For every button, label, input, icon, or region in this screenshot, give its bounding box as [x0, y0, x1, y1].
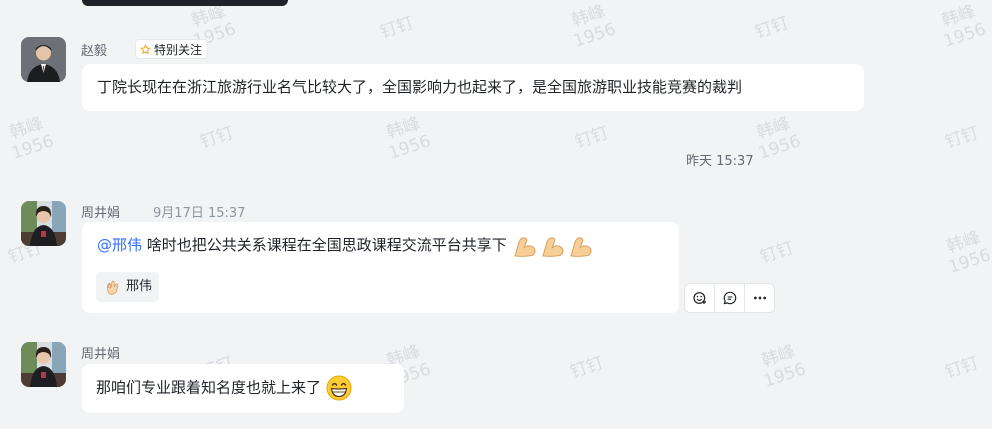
message-time: 9月17日 15:37 — [153, 206, 246, 221]
message-text: 丁院长现在在浙江旅游行业名气比较大了，全国影响力也起来了，是全国旅游职业技能竞赛… — [97, 78, 743, 96]
message-bubble[interactable]: 那咱们专业跟着知名度也就上来了 — [82, 364, 404, 413]
sender-name: 周井娟 — [81, 347, 121, 362]
watermark: 钉钉 — [377, 13, 417, 43]
sender-name: 周井娟 — [81, 206, 121, 221]
reply-button[interactable] — [715, 284, 745, 312]
watermark: 韩峰1956 — [944, 227, 992, 278]
more-icon — [753, 296, 766, 300]
star-icon — [140, 44, 151, 54]
timestamp-divider: 昨天 15:37 — [686, 154, 754, 169]
sender-name: 赵毅 — [81, 44, 108, 59]
watermark: 韩峰1956 — [7, 113, 57, 164]
watermark: 韩峰1956 — [384, 113, 434, 164]
grinning-emoji — [326, 375, 352, 401]
message-text: 那咱们专业跟着知名度也就上来了 — [96, 378, 322, 397]
message-bubble[interactable]: @邢伟 啥时也把公共关系课程在全国思政课程交流平台共享下 邢伟 — [82, 222, 679, 313]
watermark: 韩峰1956 — [754, 113, 804, 164]
watermark: 钉钉 — [567, 353, 607, 383]
comment-icon — [723, 291, 736, 305]
watermark: 钉钉 — [942, 353, 982, 383]
avatar[interactable] — [21, 201, 66, 246]
watermark: 钉钉 — [197, 123, 237, 153]
add-reaction-icon — [692, 292, 706, 304]
message-actions — [684, 283, 775, 313]
message-bubble[interactable]: 丁院长现在在浙江旅游行业名气比较大了，全国影响力也起来了，是全国旅游职业技能竞赛… — [82, 64, 864, 111]
watermark: 钉钉 — [942, 123, 982, 153]
avatar[interactable] — [21, 342, 66, 387]
add-reaction-button[interactable] — [685, 284, 715, 312]
watermark: 韩峰1956 — [569, 1, 619, 52]
message-text: 啥时也把公共关系课程在全国思政课程交流平台共享下 — [142, 236, 507, 254]
watermark: 韩峰1956 — [939, 1, 989, 52]
special-follow-tag[interactable]: 特别关注 — [135, 39, 209, 59]
avatar[interactable] — [21, 37, 66, 82]
reaction-user: 邢伟 — [126, 279, 153, 294]
ok-hand-icon — [106, 280, 119, 295]
flexed-biceps-emoji — [512, 236, 594, 257]
more-button[interactable] — [745, 284, 774, 312]
mention-link[interactable]: @邢伟 — [97, 236, 142, 254]
watermark: 韩峰1956 — [759, 341, 809, 392]
tag-label: 特别关注 — [154, 42, 203, 57]
watermark: 钉钉 — [757, 238, 797, 268]
watermark: 钉钉 — [572, 123, 612, 153]
watermark: 钉钉 — [752, 13, 792, 43]
reaction-chip[interactable]: 邢伟 — [96, 272, 160, 302]
previous-message-bubble — [82, 0, 288, 6]
